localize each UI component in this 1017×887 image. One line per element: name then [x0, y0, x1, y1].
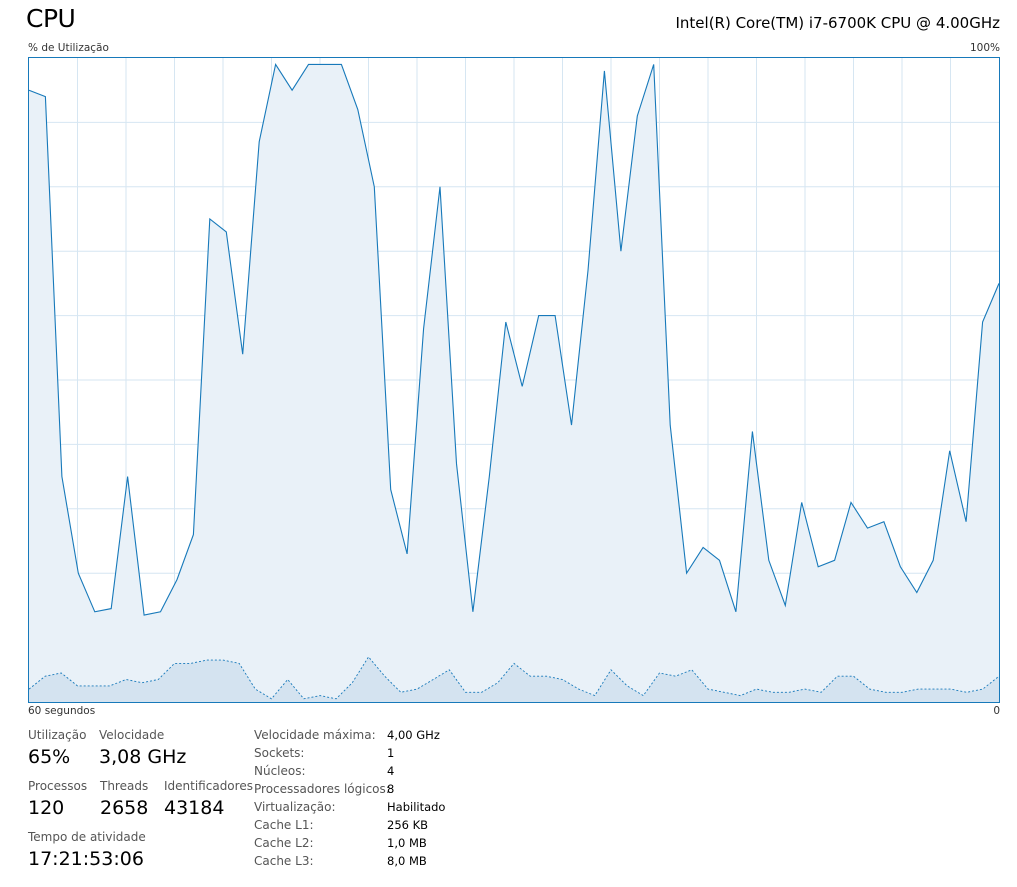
- sockets-value: 1: [387, 746, 395, 760]
- uptime-label: Tempo de atividade: [28, 830, 146, 844]
- threads-value: 2658: [100, 797, 149, 819]
- handles-value: 43184: [164, 797, 225, 819]
- max-speed-value: 4,00 GHz: [387, 728, 440, 742]
- utilization-label: Utilização: [28, 728, 87, 742]
- handles-label: Identificadores: [164, 779, 253, 793]
- cpu-utilization-graph: [28, 57, 1000, 703]
- processes-value: 120: [28, 797, 65, 819]
- graph-x-right-label: 0: [993, 705, 1000, 717]
- cache-l3-label: Cache L3:: [254, 854, 314, 868]
- graph-y-max-label: 100%: [969, 42, 1000, 54]
- cpu-graph-svg: [28, 57, 1000, 703]
- processes-label: Processos: [28, 779, 88, 793]
- sockets-label: Sockets:: [254, 746, 305, 760]
- speed-value: 3,08 GHz: [99, 746, 187, 768]
- virtualization-label: Virtualização:: [254, 800, 336, 814]
- cache-l2-label: Cache L2:: [254, 836, 314, 850]
- max-speed-label: Velocidade máxima:: [254, 728, 376, 742]
- cache-l1-label: Cache L1:: [254, 818, 314, 832]
- utilization-value: 65%: [28, 746, 71, 768]
- cores-label: Núcleos:: [254, 764, 306, 778]
- graph-y-axis-label: % de Utilização: [28, 42, 109, 54]
- speed-label: Velocidade: [99, 728, 165, 742]
- cache-l3-value: 8,0 MB: [387, 854, 427, 868]
- logical-processors-label: Processadores lógicos:: [254, 782, 390, 796]
- page-title: CPU: [26, 4, 76, 33]
- cache-l2-value: 1,0 MB: [387, 836, 427, 850]
- logical-processors-value: 8: [387, 782, 395, 796]
- threads-label: Threads: [100, 779, 149, 793]
- uptime-value: 17:21:53:06: [28, 848, 144, 870]
- cache-l1-value: 256 KB: [387, 818, 429, 832]
- cores-value: 4: [387, 764, 395, 778]
- cpu-model-name: Intel(R) Core(TM) i7-6700K CPU @ 4.00GHz: [675, 14, 1000, 32]
- virtualization-value: Habilitado: [387, 800, 446, 814]
- graph-x-left-label: 60 segundos: [28, 705, 96, 717]
